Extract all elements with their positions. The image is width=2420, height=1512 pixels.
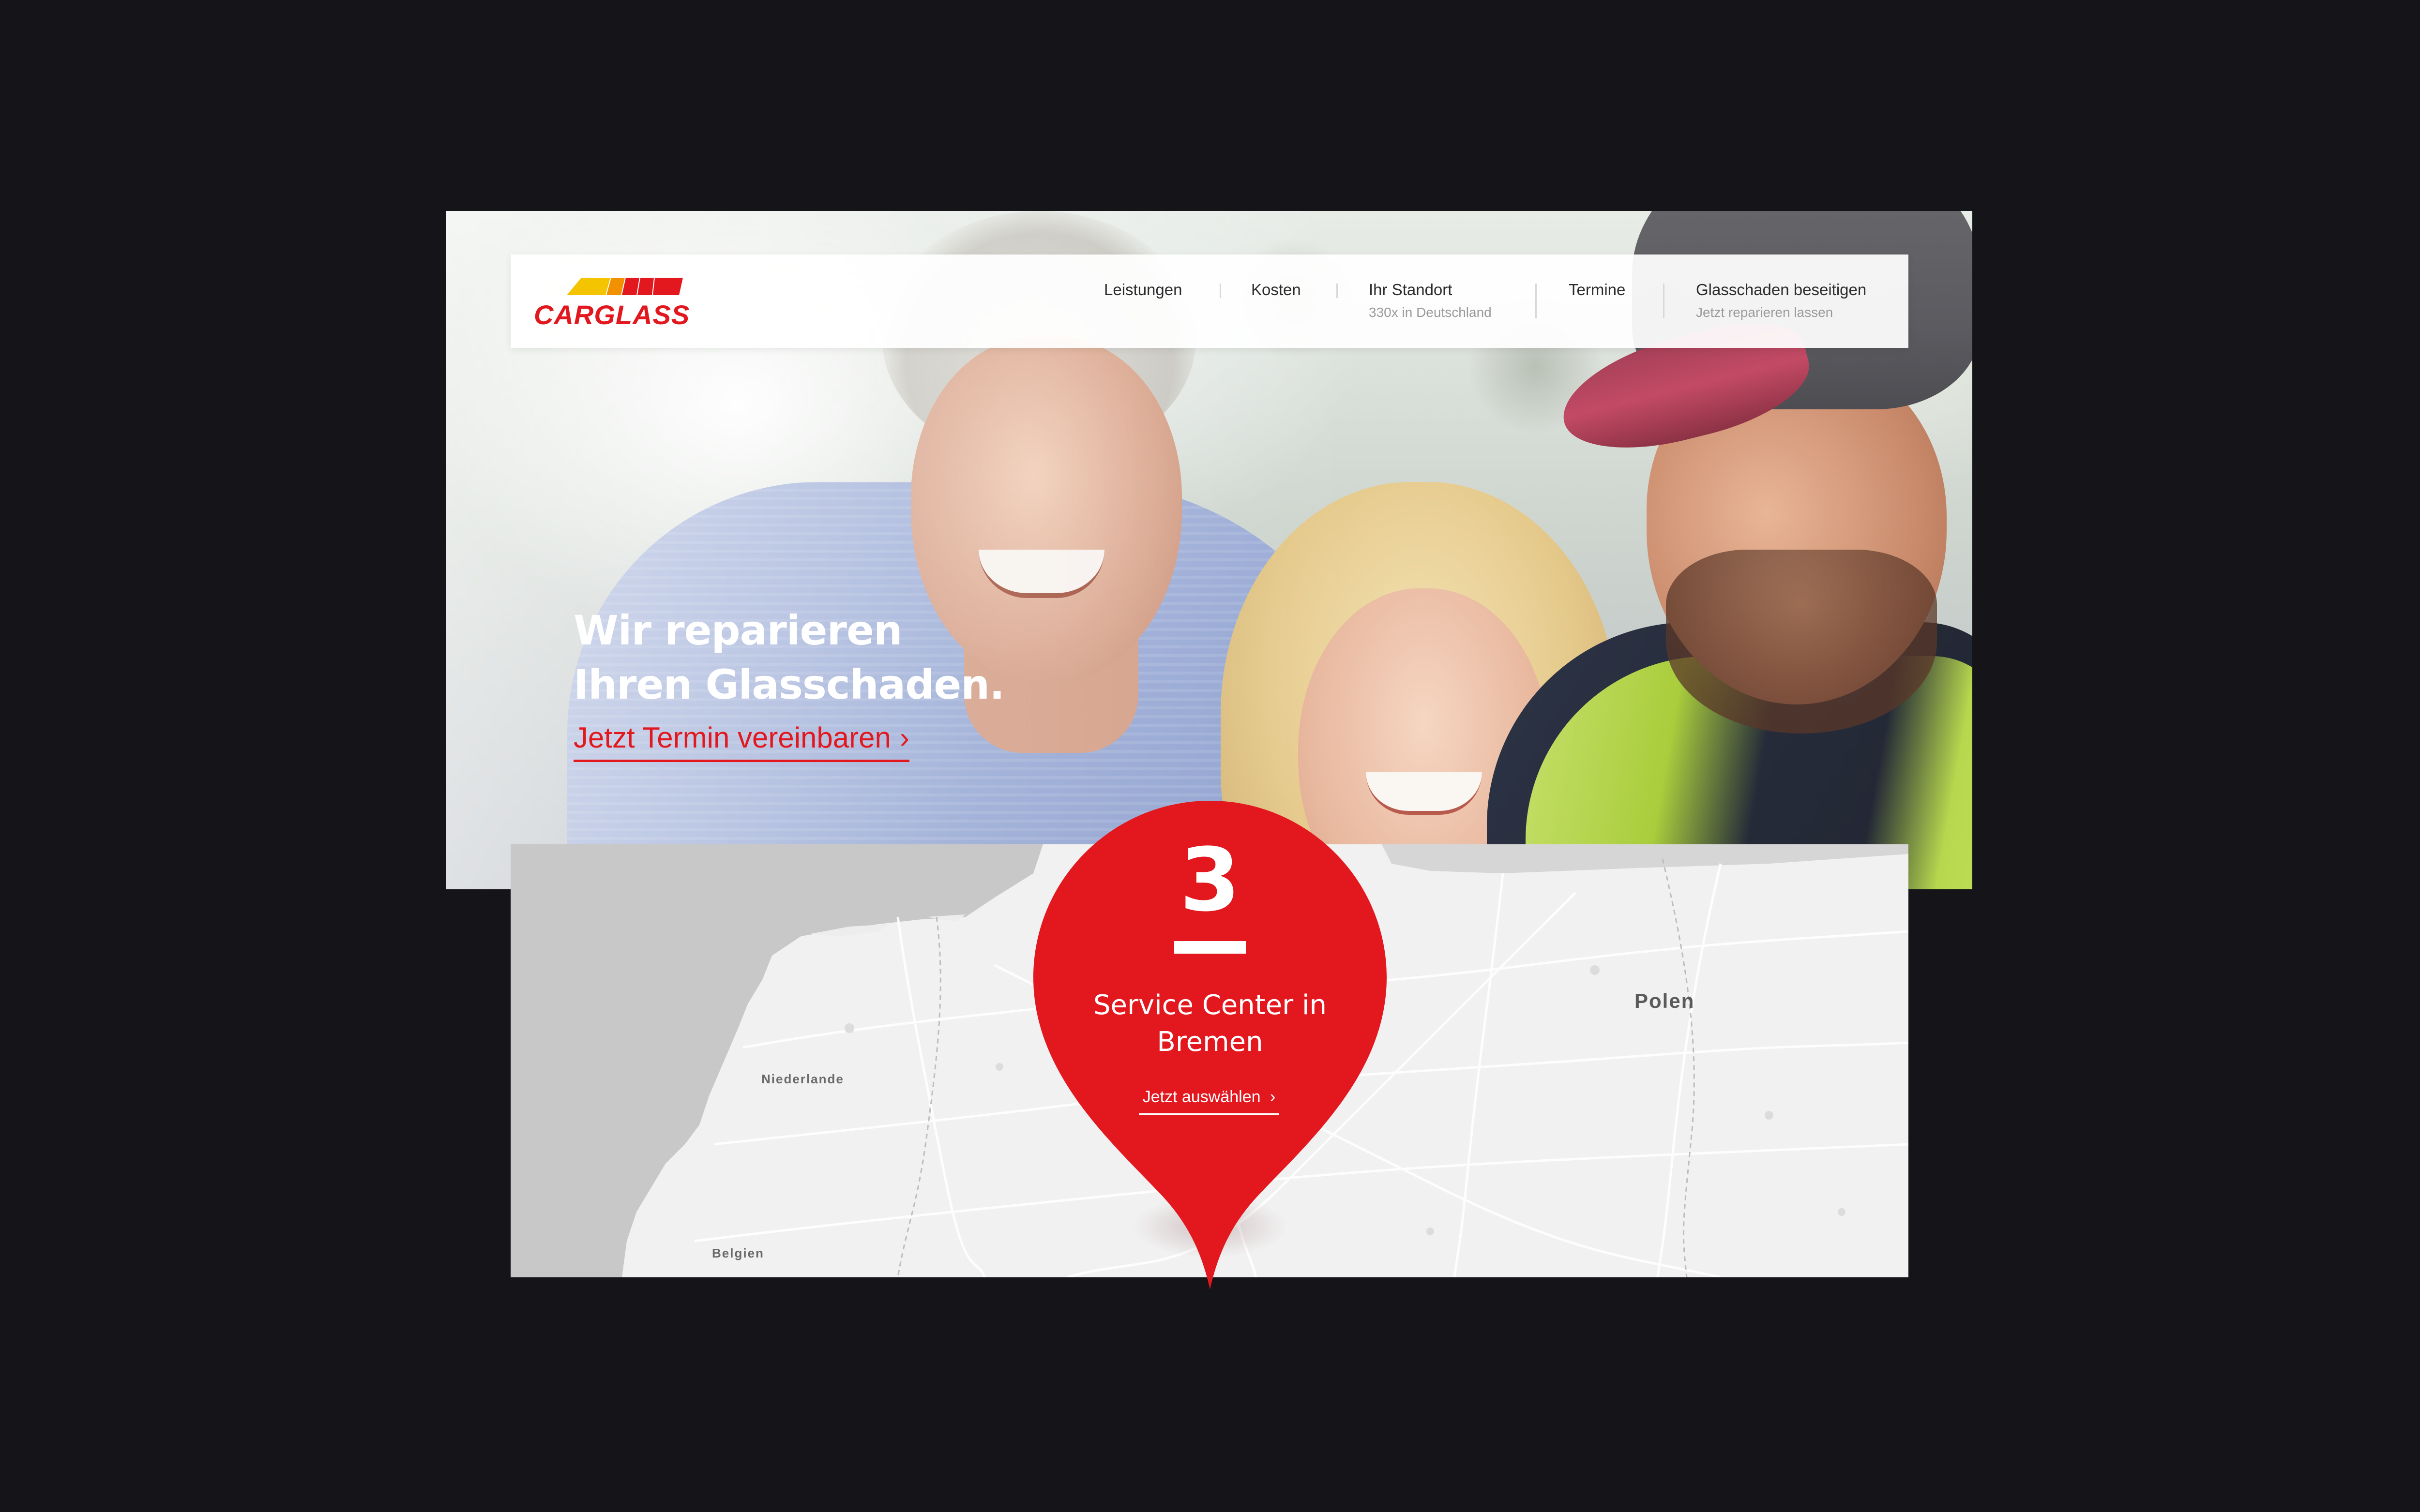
- map-road: [1656, 863, 1722, 1277]
- carglass-logo[interactable]: CARGLASS: [534, 278, 708, 330]
- map-sea-north: [511, 844, 1043, 1277]
- map-city-dot: [1765, 1111, 1773, 1120]
- map-label-belgien: Belgien: [712, 1246, 764, 1260]
- logo-stripe-red-3: [653, 278, 683, 295]
- map-sea-baltic: [1382, 844, 1908, 873]
- logo-stripe-yellow: [567, 278, 610, 295]
- logo-stripe-red-2: [637, 278, 654, 295]
- nav-item-leistungen[interactable]: Leistungen: [1104, 281, 1182, 299]
- service-center-title: Service Center in Bremen: [1033, 987, 1387, 1061]
- select-service-center-label: Jetzt auswählen: [1142, 1088, 1261, 1106]
- logo-wordmark: CARGLASS: [534, 299, 690, 330]
- nav-item-label: Ihr Standort: [1369, 281, 1452, 299]
- appointment-cta-link[interactable]: Jetzt Termin vereinbaren ›: [574, 721, 909, 762]
- map-label-polen: Polen: [1634, 989, 1695, 1012]
- nav-item-label: Kosten: [1251, 281, 1301, 299]
- nav-item-label: Termine: [1569, 281, 1626, 299]
- map-city-dot: [1590, 965, 1600, 975]
- page: CARGLASS Leistungen Kosten Ihr Standort …: [0, 0, 2420, 1512]
- service-center-count: 3: [1180, 830, 1240, 931]
- hero-headline-line-2: Ihren Glasschaden.: [574, 661, 1005, 708]
- map-city-dot: [996, 1063, 1003, 1071]
- nav-item-ihr-standort[interactable]: Ihr Standort 330x in Deutschland: [1369, 281, 1492, 320]
- nav-item-sublabel: Jetzt reparieren lassen: [1696, 305, 1833, 320]
- nav-divider: [1535, 284, 1537, 318]
- map-city-dot: [1838, 1208, 1845, 1216]
- nav-item-label: Leistungen: [1104, 281, 1182, 299]
- nav-item-glasschaden-beseitigen[interactable]: Glasschaden beseitigen Jetzt reparieren …: [1696, 281, 1866, 320]
- nav-item-kosten[interactable]: Kosten: [1251, 281, 1301, 299]
- hero-headline: Wir reparieren Ihren Glasschaden.: [574, 603, 1058, 712]
- chevron-right-icon: ›: [1270, 1088, 1276, 1106]
- map-city-dot: [845, 1023, 854, 1033]
- logo-stripes-icon: [567, 278, 683, 295]
- nav-divider: [1336, 284, 1338, 298]
- logo-stripe-red-1: [622, 278, 639, 295]
- nav-item-termine[interactable]: Termine: [1569, 281, 1625, 299]
- service-center-title-line-1: Service Center in: [1093, 989, 1327, 1021]
- service-center-title-line-2: Bremen: [1157, 1026, 1263, 1058]
- nav-item-label: Glasschaden beseitigen: [1696, 281, 1867, 299]
- nav-divider: [1663, 284, 1664, 318]
- appointment-cta-label: Jetzt Termin vereinbaren: [574, 721, 891, 754]
- chevron-right-icon: ›: [899, 721, 909, 754]
- nav-divider: [1220, 284, 1221, 298]
- map-road: [896, 916, 986, 1277]
- map-road: [1453, 873, 1504, 1277]
- service-center-count-underline: [1174, 941, 1246, 954]
- map-city-dot: [1426, 1228, 1434, 1235]
- map-border: [897, 916, 941, 1277]
- hero-headline-line-1: Wir reparieren: [574, 607, 903, 654]
- top-navigation: CARGLASS Leistungen Kosten Ihr Standort …: [511, 254, 1908, 348]
- select-service-center-link[interactable]: Jetzt auswählen ›: [1139, 1088, 1279, 1115]
- nav-item-sublabel: 330x in Deutschland: [1369, 305, 1492, 320]
- map-label-niederlande: Niederlande: [761, 1072, 844, 1086]
